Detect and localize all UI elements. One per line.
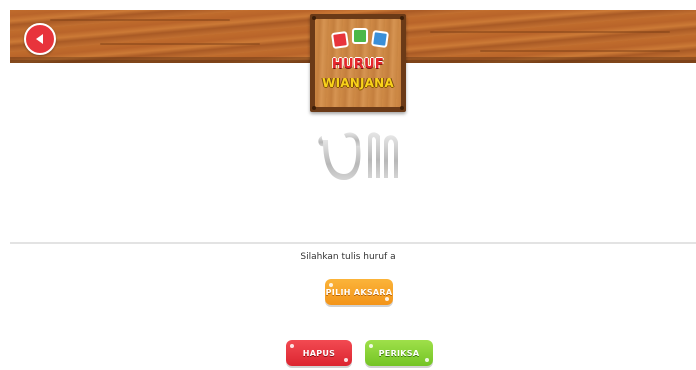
periksa-button[interactable]: PERIKSA [365,340,433,366]
instruction-text: Silahkan tulis huruf a [300,252,396,262]
back-arrow-icon [36,34,43,44]
sign-title-line2: WIANJANA [322,76,394,90]
hapus-button[interactable]: HAPUS [286,340,352,366]
sign-nail [312,106,316,110]
letter-cube-icon [352,28,368,44]
sign-nail [400,16,404,20]
letter-cube-icon [330,30,350,50]
title-sign-board: HURUF WIANJANA [310,14,406,112]
drawing-area-divider [10,242,696,244]
letter-cubes [330,28,390,50]
letter-cube-icon [370,29,390,49]
aksara-glyph-icon[interactable] [314,126,406,186]
title-sign-panel: HURUF WIANJANA [315,19,401,107]
app-screen: HURUF WIANJANA Silahkan tulis huruf a PI… [0,0,696,370]
pilih-aksara-button[interactable]: PILIH AKSARA [325,279,393,305]
sign-nail [400,106,404,110]
sign-title-line1: HURUF [332,57,384,72]
back-button[interactable] [24,23,56,55]
sign-nail [312,16,316,20]
